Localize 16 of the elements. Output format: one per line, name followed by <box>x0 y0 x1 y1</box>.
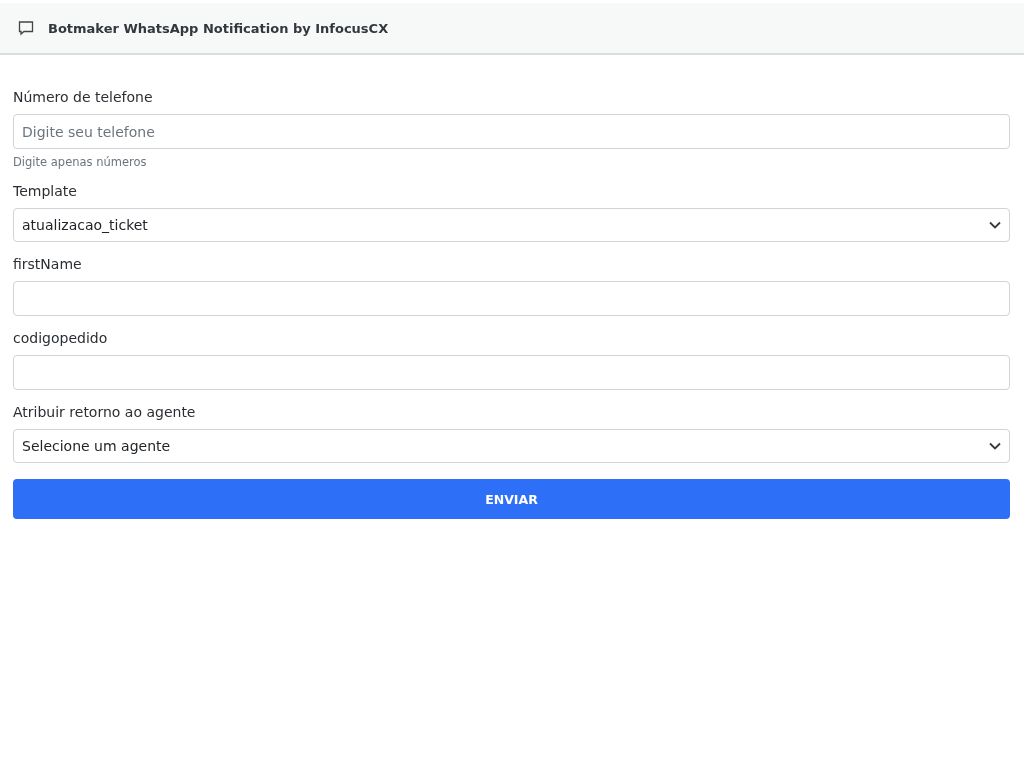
input-field[interactable]: Digite seu telefone <box>13 114 1010 149</box>
app-title: Botmaker WhatsApp Notification by InfocusCX <box>48 20 389 36</box>
select-field[interactable]: Selecione um agente <box>13 429 1010 463</box>
field-label: Atribuir retorno ao agente <box>13 404 197 420</box>
submit-button[interactable]: ENVIAR <box>13 479 1010 519</box>
chevron-down-icon <box>989 442 1001 450</box>
field-label: codigopedido <box>13 330 109 346</box>
chat-bubble-icon <box>18 20 34 36</box>
select-field[interactable]: atualizacao_ticket <box>13 208 1010 242</box>
field-label: Número de telefone <box>13 89 154 105</box>
chevron-down-icon <box>989 221 1001 229</box>
field-label: firstName <box>13 256 83 272</box>
field-label: Template <box>13 183 78 199</box>
input-field[interactable] <box>13 281 1010 316</box>
input-field[interactable] <box>13 355 1010 390</box>
help-text: Digite apenas números <box>13 155 148 169</box>
